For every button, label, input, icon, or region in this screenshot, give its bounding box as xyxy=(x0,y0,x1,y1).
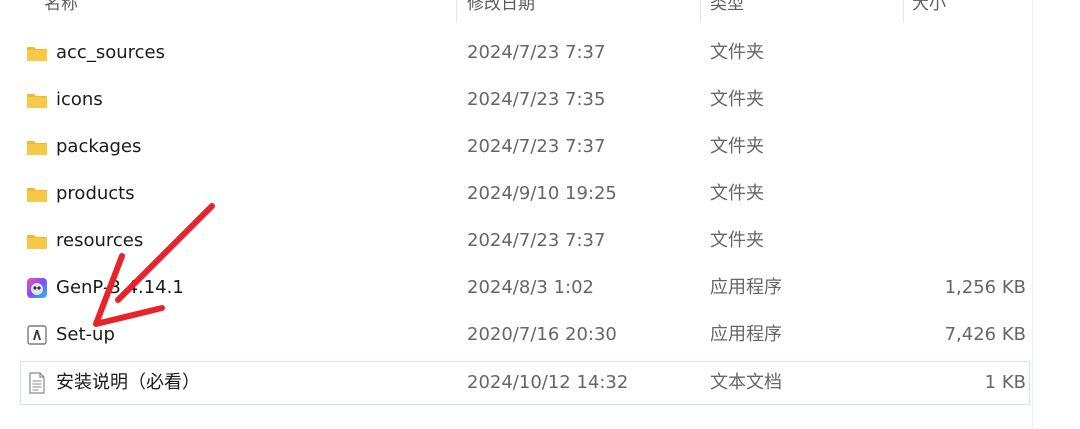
file-row-packages[interactable]: packages 2024/7/23 7:37 文件夹 xyxy=(20,125,1030,169)
file-row-acc-sources[interactable]: acc_sources 2024/7/23 7:37 文件夹 xyxy=(20,31,1030,75)
file-type: 应用程序 xyxy=(710,277,782,298)
file-name: resources xyxy=(56,230,144,251)
file-type: 文件夹 xyxy=(710,183,764,204)
file-row-products[interactable]: products 2024/9/10 19:25 文件夹 xyxy=(20,172,1030,216)
file-date: 2020/7/16 20:30 xyxy=(467,324,617,345)
folder-icon xyxy=(26,42,48,64)
file-size: 1,256 KB xyxy=(944,277,1026,298)
file-row-icons[interactable]: icons 2024/7/23 7:35 文件夹 xyxy=(20,78,1030,122)
column-header-type[interactable]: 类型 xyxy=(710,0,744,16)
file-row-setup[interactable]: Set-up 2020/7/16 20:30 应用程序 7,426 KB xyxy=(20,313,1030,357)
file-size: 1 KB xyxy=(984,372,1026,393)
file-type: 文件夹 xyxy=(710,42,764,63)
file-type: 文件夹 xyxy=(710,230,764,251)
file-list: 名称 修改日期 类型 大小 acc_sources 2024/7/23 7:37… xyxy=(0,0,1032,429)
column-header-date[interactable]: 修改日期 xyxy=(467,0,535,16)
folder-icon xyxy=(26,136,48,158)
file-row-resources[interactable]: resources 2024/7/23 7:37 文件夹 xyxy=(20,219,1030,263)
file-row-genp[interactable]: GenP-3.4.14.1 2024/8/3 1:02 应用程序 1,256 K… xyxy=(20,266,1030,310)
file-date: 2024/7/23 7:37 xyxy=(467,42,606,63)
file-date: 2024/7/23 7:37 xyxy=(467,230,606,251)
column-header: 名称 修改日期 类型 大小 xyxy=(0,0,1032,22)
text-document-icon xyxy=(26,372,48,394)
file-type: 文件夹 xyxy=(710,136,764,157)
file-name: acc_sources xyxy=(56,42,165,63)
file-name: 安装说明（必看） xyxy=(56,372,200,393)
column-header-size[interactable]: 大小 xyxy=(912,0,946,16)
file-date: 2024/9/10 19:25 xyxy=(467,183,617,204)
file-date: 2024/8/3 1:02 xyxy=(467,277,594,298)
folder-icon xyxy=(26,230,48,252)
details-pane-edge xyxy=(1032,0,1080,429)
file-name: GenP-3.4.14.1 xyxy=(56,277,184,298)
file-date: 2024/7/23 7:35 xyxy=(467,89,606,110)
file-name: Set-up xyxy=(56,324,115,345)
file-name: icons xyxy=(56,89,103,110)
genp-app-icon xyxy=(26,277,48,299)
column-divider[interactable] xyxy=(700,0,701,22)
folder-icon xyxy=(26,183,48,205)
file-type: 文本文档 xyxy=(710,372,782,393)
file-type: 应用程序 xyxy=(710,324,782,345)
column-divider[interactable] xyxy=(903,0,904,22)
file-type: 文件夹 xyxy=(710,89,764,110)
column-header-name[interactable]: 名称 xyxy=(44,0,78,16)
file-name: products xyxy=(56,183,135,204)
column-divider[interactable] xyxy=(456,0,457,22)
file-row-install-guide[interactable]: 安装说明（必看） 2024/10/12 14:32 文本文档 1 KB xyxy=(20,361,1030,405)
file-name: packages xyxy=(56,136,142,157)
adobe-setup-icon xyxy=(26,324,48,346)
folder-icon xyxy=(26,89,48,111)
file-date: 2024/10/12 14:32 xyxy=(467,372,629,393)
file-date: 2024/7/23 7:37 xyxy=(467,136,606,157)
file-size: 7,426 KB xyxy=(944,324,1026,345)
